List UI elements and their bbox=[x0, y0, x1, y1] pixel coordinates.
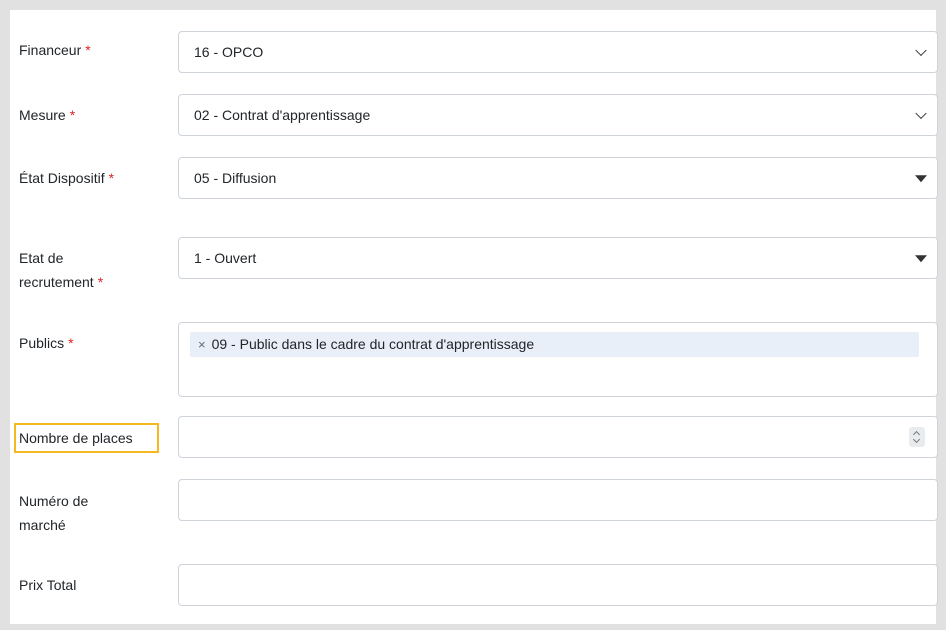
numero-marche-input[interactable] bbox=[178, 479, 938, 521]
etat-dispositif-value: 05 - Diffusion bbox=[194, 170, 277, 186]
etat-recrutement-value: 1 - Ouvert bbox=[194, 250, 257, 266]
required-marker: * bbox=[85, 42, 91, 58]
tag-label: 09 - Public dans le cadre du contrat d'a… bbox=[211, 336, 535, 352]
caret-down-icon bbox=[915, 255, 927, 263]
caret-down-icon bbox=[915, 175, 927, 183]
financeur-select[interactable]: 16 - OPCO bbox=[178, 31, 938, 73]
nombre-places-input[interactable] bbox=[178, 416, 938, 458]
etat-recrutement-select[interactable]: 1 - Ouvert bbox=[178, 237, 938, 279]
numero-marche-label: Numéro de marché bbox=[19, 493, 89, 533]
etat-dispositif-label: État Dispositif * bbox=[19, 170, 115, 186]
publics-label: Publics * bbox=[19, 335, 74, 351]
chevron-down-icon bbox=[915, 44, 927, 57]
financeur-value: 16 - OPCO bbox=[194, 44, 264, 60]
remove-tag-icon[interactable]: × bbox=[198, 337, 206, 352]
nombre-places-label: Nombre de places bbox=[19, 430, 133, 446]
required-marker: * bbox=[68, 335, 74, 351]
financeur-label: Financeur * bbox=[19, 42, 91, 58]
etat-dispositif-select[interactable]: 05 - Diffusion bbox=[178, 157, 938, 199]
required-marker: * bbox=[108, 170, 115, 186]
prix-total-input[interactable] bbox=[178, 564, 938, 606]
chevron-down-icon bbox=[912, 435, 921, 444]
required-marker: * bbox=[69, 107, 76, 123]
mesure-label: Mesure * bbox=[19, 107, 76, 123]
mesure-value: 02 - Contrat d'apprentissage bbox=[194, 107, 371, 123]
mesure-select[interactable]: 02 - Contrat d'apprentissage bbox=[178, 94, 938, 136]
number-spinner[interactable] bbox=[909, 427, 925, 447]
publics-multiselect[interactable]: × 09 - Public dans le cadre du contrat d'… bbox=[178, 322, 938, 397]
prix-total-label: Prix Total bbox=[19, 577, 77, 593]
required-marker: * bbox=[97, 274, 104, 290]
chevron-down-icon bbox=[915, 107, 927, 120]
etat-recrutement-label: Etat de recrutement * bbox=[19, 250, 104, 290]
selected-tag: × 09 - Public dans le cadre du contrat d'… bbox=[190, 332, 919, 357]
